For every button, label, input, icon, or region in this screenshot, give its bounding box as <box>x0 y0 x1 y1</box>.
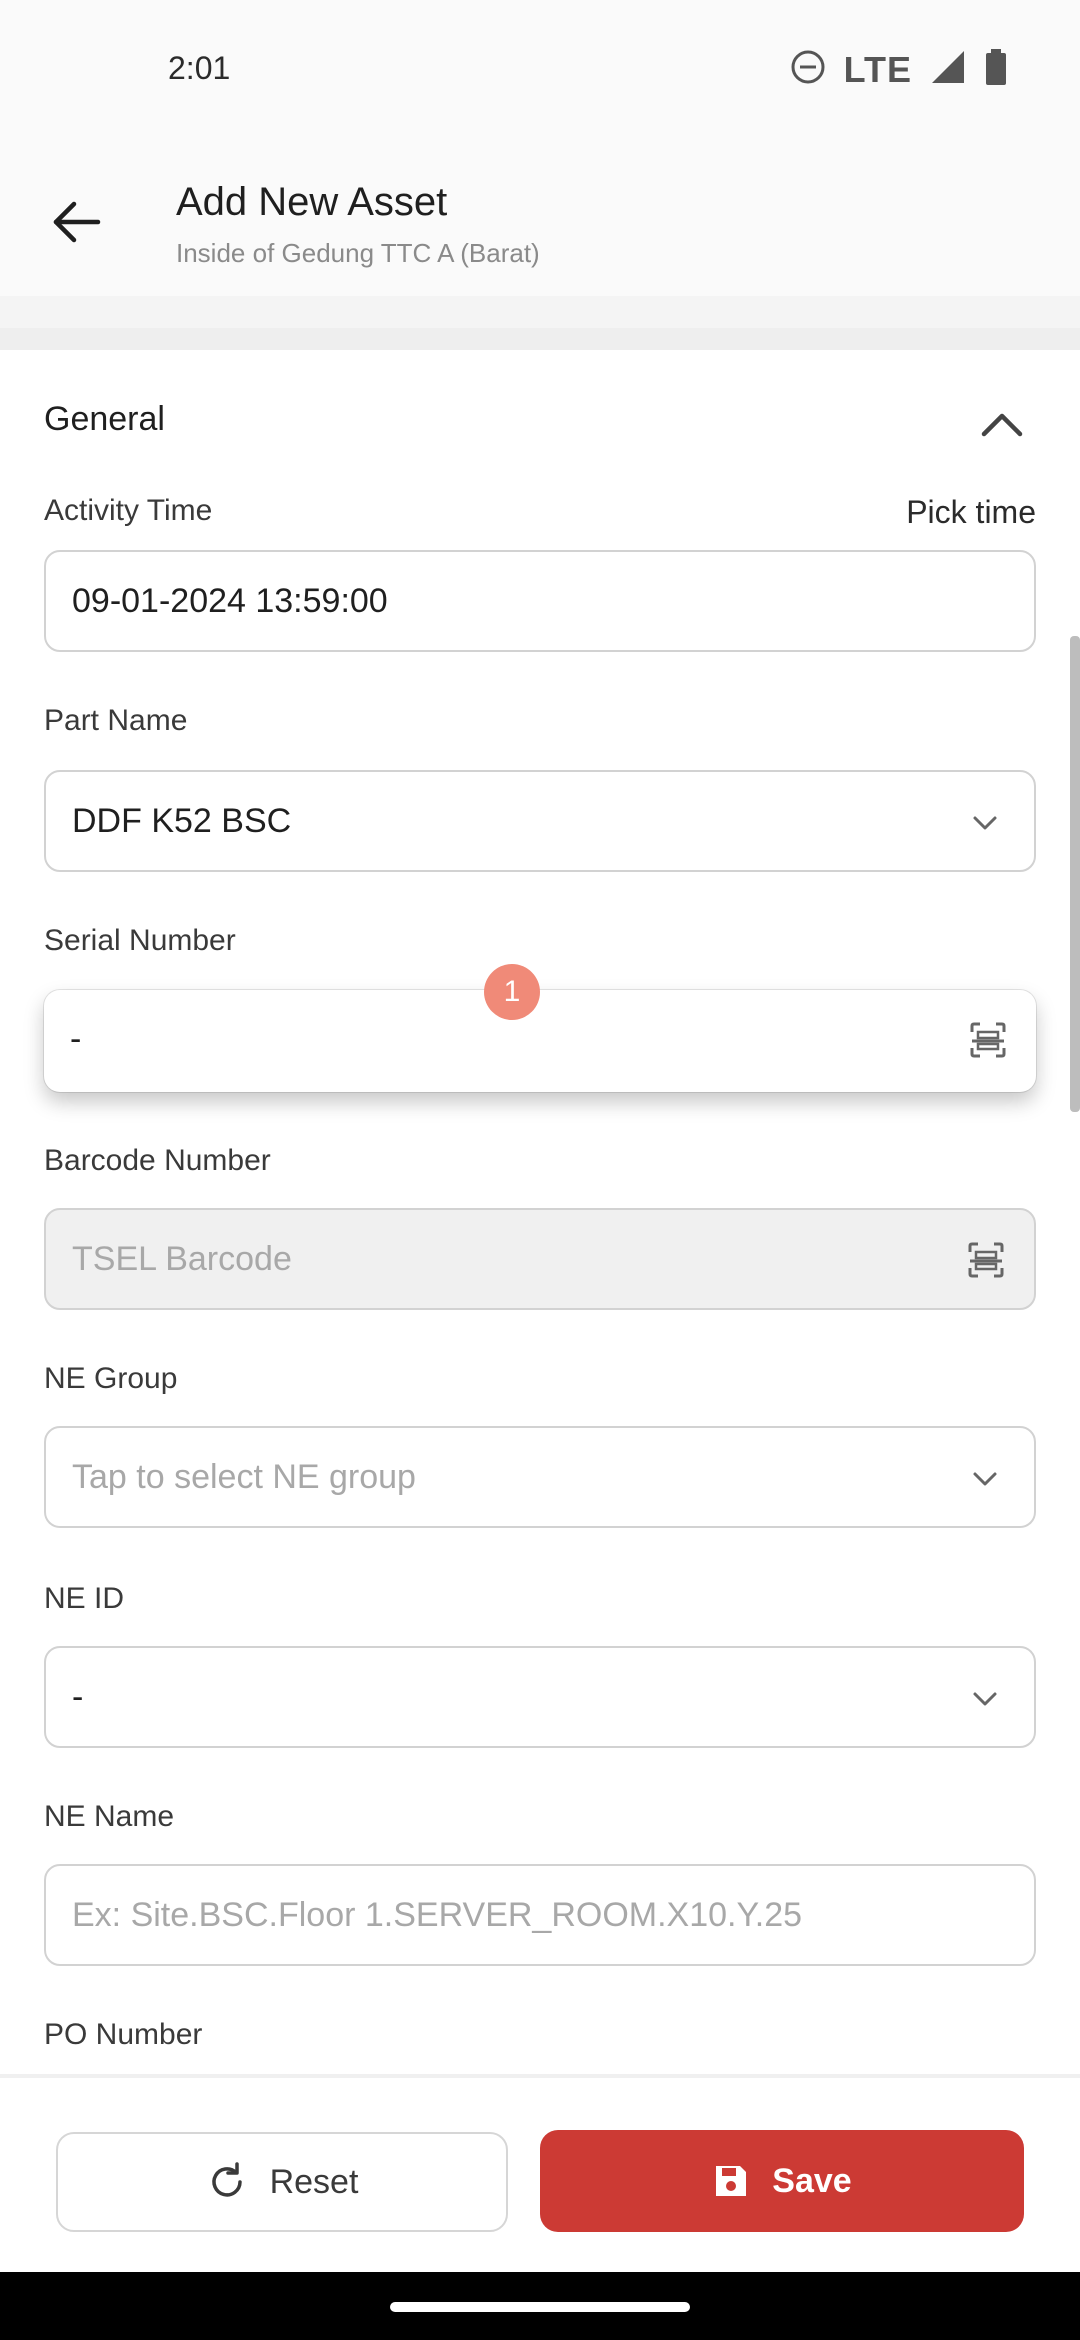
divider <box>0 328 1080 350</box>
ne-name-placeholder: Ex: Site.BSC.Floor 1.SERVER_ROOM.X10.Y.2… <box>72 1896 803 1934</box>
home-gesture-handle[interactable] <box>390 2302 690 2312</box>
system-navigation-bar <box>0 2272 1080 2340</box>
bottom-action-bar: Reset Save <box>0 2074 1080 2276</box>
chevron-down-icon <box>973 816 997 830</box>
signal-icon <box>930 49 966 90</box>
page-title: Add New Asset <box>176 180 448 224</box>
ne-name-field[interactable]: Ex: Site.BSC.Floor 1.SERVER_ROOM.X10.Y.2… <box>44 1864 1036 1966</box>
reset-button[interactable]: Reset <box>56 2132 508 2232</box>
save-button[interactable]: Save <box>540 2130 1024 2232</box>
save-button-label: Save <box>772 2161 852 2200</box>
barcode-number-placeholder: TSEL Barcode <box>72 1240 292 1278</box>
do-not-disturb-icon <box>790 49 826 90</box>
collapse-section-button[interactable] <box>978 404 1026 444</box>
activity-time-label: Activity Time <box>44 494 213 527</box>
part-name-label: Part Name <box>44 704 188 737</box>
network-type: LTE <box>843 48 912 90</box>
ne-id-dropdown[interactable]: - <box>44 1646 1036 1748</box>
scan-icon[interactable] <box>966 1240 1006 1280</box>
activity-time-field[interactable]: 09-01-2024 13:59:00 <box>44 550 1036 652</box>
page-subtitle: Inside of Gedung TTC A (Barat) <box>176 238 540 268</box>
barcode-number-field[interactable]: TSEL Barcode <box>44 1208 1036 1310</box>
activity-time-value: 09-01-2024 13:59:00 <box>72 582 388 620</box>
chevron-down-icon <box>973 1472 997 1486</box>
arrow-left-icon <box>53 201 101 243</box>
part-name-dropdown[interactable]: DDF K52 BSC <box>44 770 1036 872</box>
chevron-up-icon <box>981 413 1023 437</box>
scrollbar[interactable] <box>1070 636 1080 1112</box>
status-bar: 2:01 LTE <box>0 0 1080 140</box>
po-number-label: PO Number <box>44 2018 203 2051</box>
refresh-icon <box>211 2162 242 2197</box>
section-title-general: General <box>44 400 165 438</box>
pick-time-button[interactable]: Pick time <box>906 494 1036 531</box>
ne-name-label: NE Name <box>44 1800 175 1833</box>
save-icon <box>716 2166 747 2196</box>
status-icons: LTE <box>790 48 1008 91</box>
ne-id-value: - <box>72 1678 84 1716</box>
app-bar: Add New Asset Inside of Gedung TTC A (Ba… <box>0 140 1080 296</box>
part-name-value: DDF K52 BSC <box>72 802 292 840</box>
scan-icon[interactable] <box>968 1020 1008 1060</box>
battery-icon <box>984 48 1008 91</box>
barcode-number-label: Barcode Number <box>44 1144 271 1177</box>
step-badge: 1 <box>484 964 540 1020</box>
ne-group-placeholder: Tap to select NE group <box>72 1458 416 1496</box>
serial-number-value: - <box>70 1020 82 1058</box>
ne-group-dropdown[interactable]: Tap to select NE group <box>44 1426 1036 1528</box>
serial-number-label: Serial Number <box>44 924 236 957</box>
chevron-down-icon <box>973 1692 997 1706</box>
serial-number-field[interactable]: - <box>44 990 1036 1092</box>
status-time: 2:01 <box>168 50 231 86</box>
ne-id-label: NE ID <box>44 1582 125 1615</box>
ne-group-label: NE Group <box>44 1362 178 1395</box>
reset-button-label: Reset <box>269 2162 359 2201</box>
back-button[interactable] <box>44 190 108 254</box>
